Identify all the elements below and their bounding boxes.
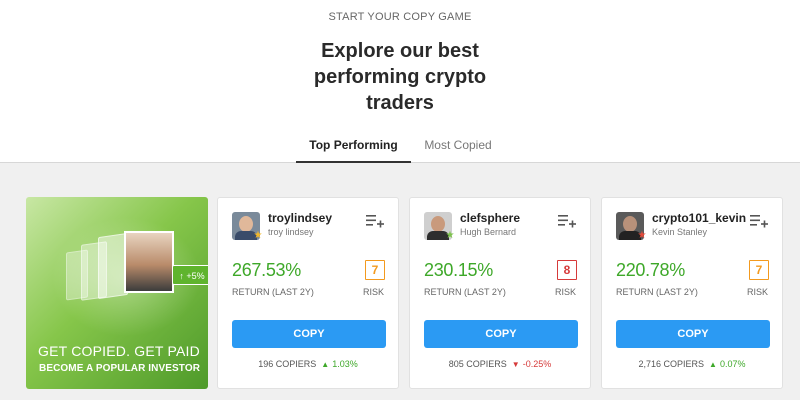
star-icon: ★ bbox=[637, 230, 647, 241]
trader-username[interactable]: troylindsey bbox=[268, 211, 332, 225]
tab-most-copied[interactable]: Most Copied bbox=[418, 131, 498, 163]
risk-score: 8 bbox=[557, 260, 577, 280]
copiers-change: -0.25% bbox=[522, 359, 552, 369]
risk-label: RISK bbox=[746, 287, 768, 297]
gain-badge-text: +5% bbox=[186, 271, 205, 281]
triangle-down-icon: ▼ bbox=[511, 360, 520, 369]
popular-investor-banner[interactable]: ↑ +5% GET COPIED. GET PAID BECOME A POPU… bbox=[26, 197, 208, 389]
tab-bar: Top Performing Most Copied bbox=[0, 131, 800, 163]
copy-button[interactable]: COPY bbox=[616, 320, 770, 348]
copiers-stats: 2,716 COPIERS ▲ 0.07% bbox=[602, 359, 782, 369]
trader-real-name: Kevin Stanley bbox=[652, 227, 708, 237]
copiers-count: 2,716 COPIERS bbox=[638, 359, 705, 369]
copy-button[interactable]: COPY bbox=[424, 320, 578, 348]
tab-top-performing[interactable]: Top Performing bbox=[296, 131, 411, 163]
triangle-up-icon: ▲ bbox=[321, 360, 330, 369]
return-label: RETURN (LAST 2Y) bbox=[616, 287, 698, 297]
risk-score: 7 bbox=[749, 260, 769, 280]
banner-headline: GET COPIED. GET PAID bbox=[38, 343, 200, 359]
copiers-change: 0.07% bbox=[719, 359, 746, 369]
gain-badge: ↑ +5% bbox=[172, 265, 208, 285]
trader-card: ★ troylindsey troy lindsey 267.53% RETUR… bbox=[217, 197, 399, 389]
star-icon: ★ bbox=[253, 230, 263, 241]
avatar-head bbox=[431, 216, 445, 232]
risk-score: 7 bbox=[365, 260, 385, 280]
section-eyebrow: START YOUR COPY GAME bbox=[328, 11, 472, 23]
page-title: Explore our best performing crypto trade… bbox=[313, 40, 487, 114]
copiers-stats: 196 COPIERS ▲ 1.03% bbox=[218, 359, 398, 369]
copy-button[interactable]: COPY bbox=[232, 320, 386, 348]
copiers-count: 196 COPIERS bbox=[258, 359, 317, 369]
add-to-watchlist-icon[interactable] bbox=[558, 214, 576, 228]
return-value: 267.53% bbox=[232, 260, 301, 280]
up-arrow-icon: ↑ bbox=[179, 271, 184, 281]
return-label: RETURN (LAST 2Y) bbox=[232, 287, 314, 297]
risk-label: RISK bbox=[362, 287, 384, 297]
copiers-count: 805 COPIERS bbox=[448, 359, 507, 369]
trader-card: ★ crypto101_kevin Kevin Stanley 220.78% … bbox=[601, 197, 783, 389]
star-icon: ★ bbox=[445, 230, 455, 241]
triangle-up-icon: ▲ bbox=[709, 360, 717, 369]
return-value: 230.15% bbox=[424, 260, 493, 280]
traders-section: ↑ +5% GET COPIED. GET PAID BECOME A POPU… bbox=[0, 163, 800, 400]
trader-real-name: troy lindsey bbox=[268, 227, 314, 237]
avatar-head bbox=[239, 216, 253, 232]
banner-subline: BECOME A POPULAR INVESTOR bbox=[39, 363, 201, 374]
return-label: RETURN (LAST 2Y) bbox=[424, 287, 506, 297]
trader-username[interactable]: crypto101_kevin bbox=[652, 211, 746, 225]
trader-username[interactable]: clefsphere bbox=[460, 211, 520, 225]
trader-card: ★ clefsphere Hugh Bernard 230.15% RETURN… bbox=[409, 197, 591, 389]
investor-photo bbox=[124, 231, 174, 293]
avatar-head bbox=[623, 216, 637, 232]
return-value: 220.78% bbox=[616, 260, 685, 280]
copiers-change: 1.03% bbox=[332, 359, 358, 369]
copiers-stats: 805 COPIERS ▼ -0.25% bbox=[410, 359, 590, 369]
trader-real-name: Hugh Bernard bbox=[460, 227, 517, 237]
add-to-watchlist-icon[interactable] bbox=[366, 214, 384, 228]
add-to-watchlist-icon[interactable] bbox=[750, 214, 768, 228]
risk-label: RISK bbox=[554, 287, 576, 297]
